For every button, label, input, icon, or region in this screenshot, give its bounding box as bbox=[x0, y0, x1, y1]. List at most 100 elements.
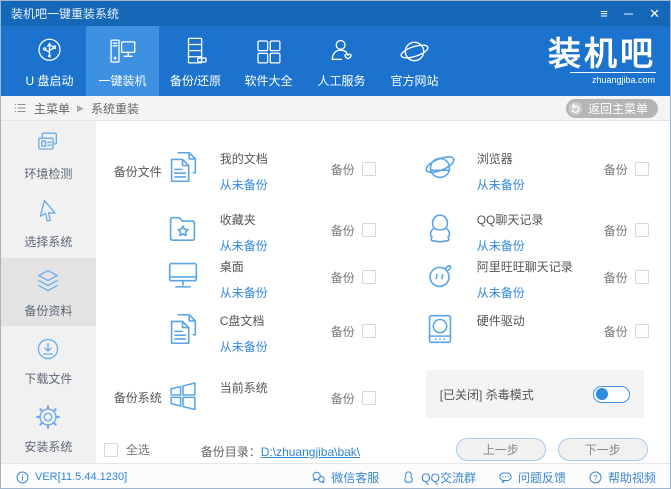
backup-checkbox-current-system[interactable] bbox=[361, 391, 376, 405]
item-status: 从未备份 bbox=[476, 286, 525, 300]
close-icon[interactable]: ✕ bbox=[649, 7, 660, 20]
sidebar-item-label: 下载文件 bbox=[24, 371, 73, 386]
nav-item-label: 软件大全 bbox=[244, 73, 293, 88]
sidebar-item-download-files[interactable]: 下载文件 bbox=[1, 326, 96, 394]
backup-checkbox-browser[interactable] bbox=[634, 162, 649, 176]
globe-icon bbox=[400, 41, 429, 61]
menu-list-icon bbox=[14, 103, 26, 113]
nav-item-backup-restore[interactable]: 备份/还原 bbox=[159, 26, 232, 96]
qq-penguin-icon bbox=[429, 214, 451, 243]
backup-checkbox-favorites[interactable] bbox=[361, 223, 376, 237]
backup-checkbox-hardware-drivers[interactable] bbox=[634, 324, 649, 338]
backup-label: 备份 bbox=[330, 223, 355, 238]
breadcrumb-root[interactable]: 主菜单 bbox=[34, 100, 70, 117]
sidebar-item-install-system[interactable]: 安装系统 bbox=[1, 395, 96, 463]
sidebar: 环境检测 选择系统 备份资料 下载文件 安装系统 bbox=[1, 121, 96, 463]
backup-directory-link[interactable]: D:\zhuangjiba\bak\ bbox=[261, 445, 360, 459]
brand-logo: 装机吧 zhuangjiba.com bbox=[548, 26, 656, 96]
backup-checkbox-c-drive-docs[interactable] bbox=[361, 324, 376, 338]
section-backup-system-label: 备份系统 bbox=[113, 391, 162, 405]
sidebar-item-select-system[interactable]: 选择系统 bbox=[1, 189, 96, 257]
version-text: VER[11.5.44.1230] bbox=[35, 471, 128, 483]
item-name: 我的文档 bbox=[219, 152, 268, 166]
item-name: C盘文档 bbox=[219, 314, 265, 328]
item-status: 从未备份 bbox=[219, 286, 268, 300]
sidebar-item-label: 备份资料 bbox=[24, 303, 73, 318]
item-name: 收藏夹 bbox=[219, 213, 256, 227]
nav-item-website[interactable]: 官方网站 bbox=[378, 26, 451, 96]
backup-label: 备份 bbox=[330, 391, 355, 406]
help-question-icon: ? bbox=[589, 471, 602, 483]
toggle-knob bbox=[595, 388, 608, 400]
minimize-icon[interactable]: ─ bbox=[624, 7, 633, 20]
item-name: 浏览器 bbox=[476, 152, 513, 166]
menu-icon[interactable]: ≡ bbox=[600, 7, 608, 20]
backup-checkbox-wangwang-history[interactable] bbox=[634, 270, 649, 284]
person-icon bbox=[331, 39, 352, 60]
backup-item-c-drive-docs: C盘文档 从未备份 备份 bbox=[164, 310, 376, 354]
layers-icon bbox=[38, 269, 59, 291]
documents-icon bbox=[170, 313, 196, 345]
nav-item-software[interactable]: 软件大全 bbox=[232, 26, 305, 96]
nav-item-label: 备份/还原 bbox=[169, 73, 222, 88]
next-step-button[interactable]: 下一步 bbox=[557, 438, 648, 461]
backup-checkbox-desktop[interactable] bbox=[361, 270, 376, 284]
footer-link-help-video[interactable]: ? 帮助视频 bbox=[588, 469, 656, 486]
backup-restore-icon bbox=[187, 37, 207, 64]
backup-label: 备份 bbox=[603, 270, 628, 285]
previous-step-button[interactable]: 上一步 bbox=[455, 438, 546, 461]
monitor-icon bbox=[168, 262, 197, 288]
footer-link-feedback[interactable]: 问题反馈 bbox=[498, 469, 566, 486]
select-all-checkbox[interactable] bbox=[103, 442, 118, 457]
sidebar-item-label: 选择系统 bbox=[24, 235, 73, 250]
return-main-menu-button[interactable]: 返回主菜单 bbox=[565, 98, 658, 118]
item-name: 桌面 bbox=[219, 260, 244, 274]
wangwang-chat-icon bbox=[428, 264, 451, 288]
logo-text: 装机吧 bbox=[548, 34, 656, 72]
back-arrow-icon bbox=[568, 101, 583, 115]
nav-item-service[interactable]: 人工服务 bbox=[305, 26, 378, 96]
backup-checkbox-qq-history[interactable] bbox=[634, 223, 649, 237]
item-name: 当前系统 bbox=[219, 381, 268, 395]
item-status: 从未备份 bbox=[219, 178, 268, 192]
browser-ie-icon bbox=[425, 156, 455, 179]
item-status: 从未备份 bbox=[476, 239, 525, 253]
item-name: QQ聊天记录 bbox=[476, 213, 544, 227]
nav-item-usb-boot[interactable]: U 盘启动 bbox=[13, 26, 86, 96]
feedback-bubble-icon bbox=[499, 472, 512, 483]
folder-star-icon bbox=[169, 216, 195, 241]
backup-directory: 备份目录：D:\zhuangjiba\bak\ bbox=[201, 443, 360, 460]
sidebar-item-backup-data[interactable]: 备份资料 bbox=[1, 257, 96, 327]
backup-label: 备份 bbox=[330, 162, 355, 177]
app-window: 装机吧一键重装系统 ≡ ─ ✕ U 盘启动 一键装机 备份/还原 软件大全 人工… bbox=[0, 0, 671, 489]
backup-item-desktop: 桌面 从未备份 备份 bbox=[164, 256, 376, 300]
nav-item-one-click-install[interactable]: 一键装机 bbox=[86, 26, 159, 96]
backup-item-hardware-drivers: 硬件驱动 备份 bbox=[421, 310, 649, 352]
backup-label: 备份 bbox=[603, 162, 628, 177]
nav-item-label: 一键装机 bbox=[98, 73, 147, 88]
backup-checkbox-my-documents[interactable] bbox=[361, 162, 376, 176]
footer-link-wechat[interactable]: 微信客服 bbox=[311, 469, 379, 486]
backup-item-browser: 浏览器 从未备份 备份 bbox=[421, 148, 649, 192]
logo-domain: zhuangjiba.com bbox=[569, 72, 656, 85]
env-check-icon bbox=[38, 132, 58, 150]
sidebar-item-env-check[interactable]: 环境检测 bbox=[1, 121, 96, 189]
nav-item-label: 官方网站 bbox=[390, 73, 439, 88]
info-icon bbox=[16, 471, 29, 483]
backup-item-wangwang-history: 阿里旺旺聊天记录 从未备份 备份 bbox=[421, 256, 649, 300]
window-title: 装机吧一键重装系统 bbox=[11, 7, 120, 21]
return-main-menu-label: 返回主菜单 bbox=[587, 101, 648, 116]
version-info: VER[11.5.44.1230] bbox=[15, 470, 127, 485]
sidebar-item-label: 环境检测 bbox=[24, 166, 73, 181]
nav-item-label: 人工服务 bbox=[317, 73, 366, 88]
wechat-icon bbox=[312, 471, 325, 483]
select-all-label: 全选 bbox=[125, 443, 150, 457]
footer: VER[11.5.44.1230] 微信客服 QQ交流群 问题反馈 ? 帮助视频 bbox=[1, 463, 670, 488]
top-nav: U 盘启动 一键装机 备份/还原 软件大全 人工服务 官方网站 装机吧 zhua… bbox=[1, 26, 670, 96]
antivirus-toggle[interactable] bbox=[592, 385, 630, 403]
backup-label: 备份 bbox=[603, 324, 628, 339]
backup-label: 备份 bbox=[603, 223, 628, 238]
footer-link-label: QQ交流群 bbox=[421, 470, 476, 485]
footer-link-qq-group[interactable]: QQ交流群 bbox=[401, 469, 476, 486]
titlebar: 装机吧一键重装系统 ≡ ─ ✕ bbox=[1, 1, 670, 26]
